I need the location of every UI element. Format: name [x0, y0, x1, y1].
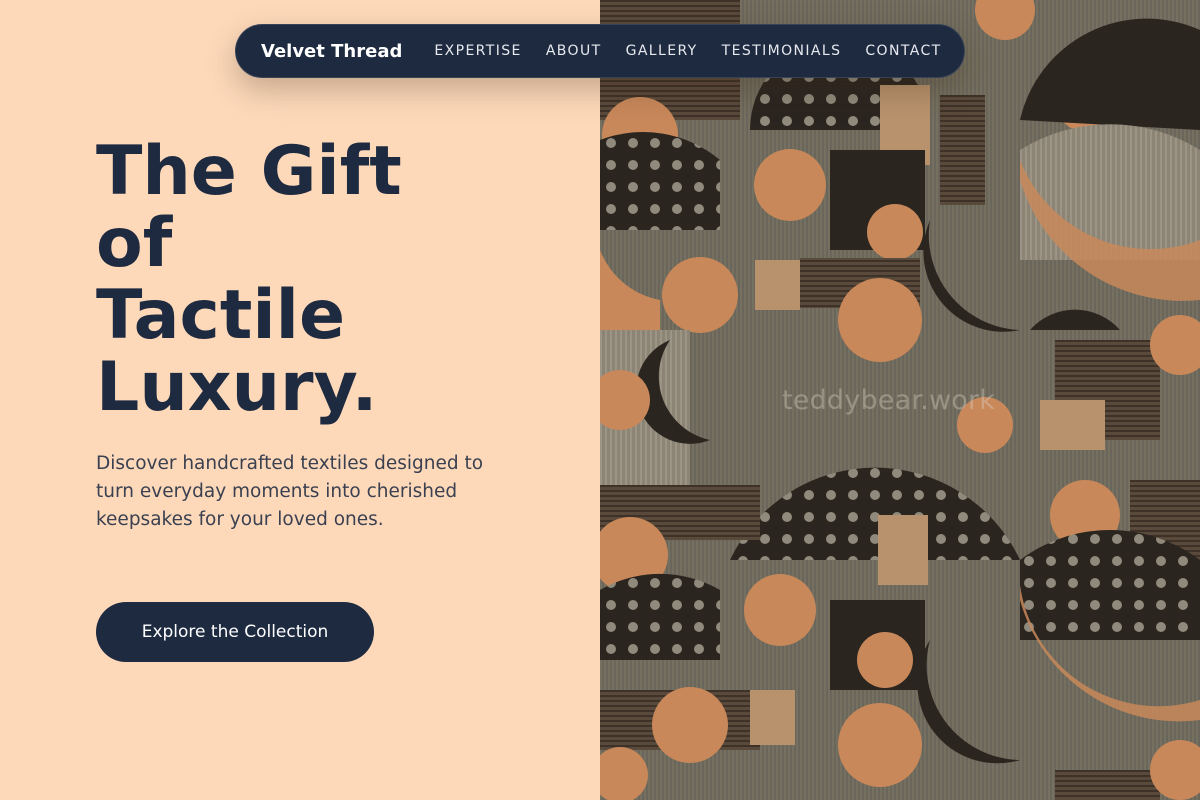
nav-links: EXPERTISE ABOUT GALLERY TESTIMONIALS CON… — [434, 43, 941, 59]
hero-title-line: Tactile — [96, 276, 346, 355]
nav-link-testimonials[interactable]: TESTIMONIALS — [722, 43, 842, 59]
nav-link-contact[interactable]: CONTACT — [865, 43, 941, 59]
hero-title-line: Luxury. — [96, 348, 378, 427]
nav-link-gallery[interactable]: GALLERY — [626, 43, 698, 59]
hero-description: Discover handcrafted textiles designed t… — [96, 453, 484, 530]
top-navigation-bar: Velvet Thread EXPERTISE ABOUT GALLERY TE… — [235, 24, 965, 78]
textile-image — [600, 0, 1200, 800]
hero-title: The Gift of Tactile Luxury. — [96, 136, 566, 424]
hero-title-line: of — [96, 204, 173, 283]
nav-link-expertise[interactable]: EXPERTISE — [434, 43, 521, 59]
hero-title-line: The Gift — [96, 132, 402, 211]
nav-link-about[interactable]: ABOUT — [546, 43, 602, 59]
brand-logo-text[interactable]: Velvet Thread — [261, 41, 402, 62]
explore-collection-button[interactable]: Explore the Collection — [96, 602, 374, 662]
